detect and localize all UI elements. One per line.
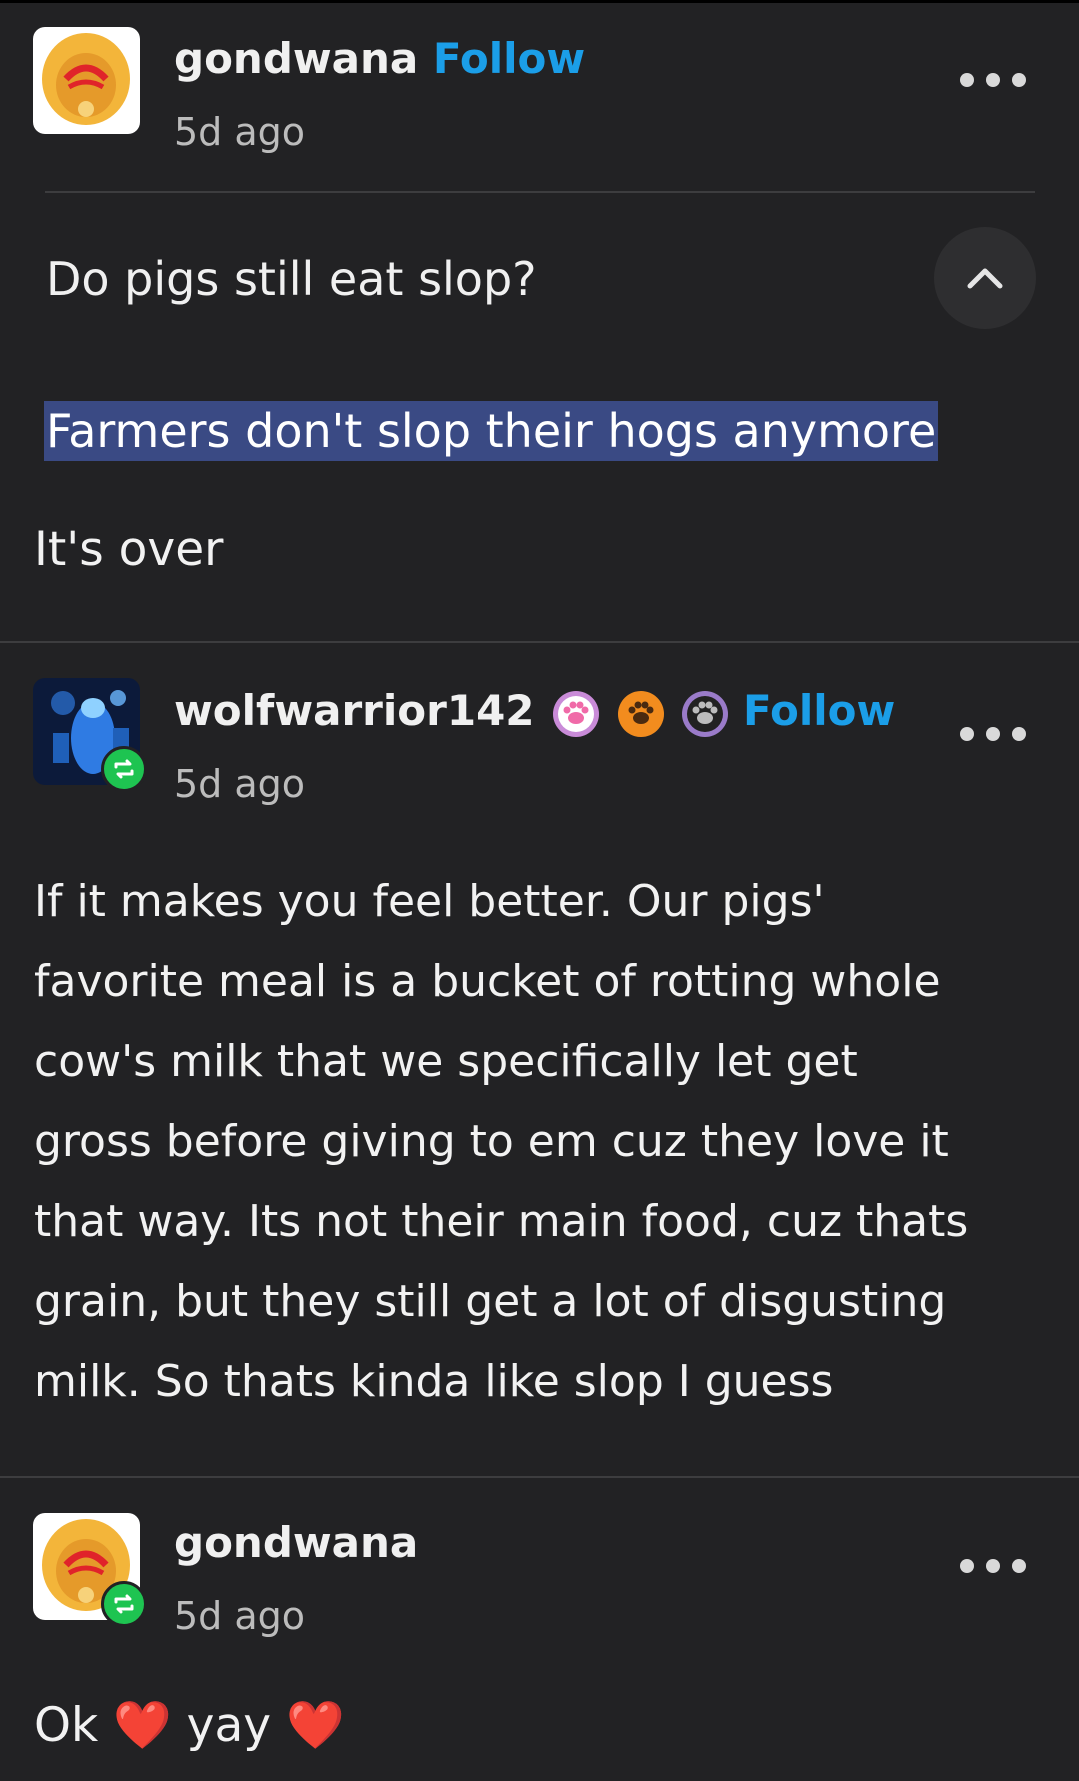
- avatar[interactable]: [33, 27, 140, 134]
- chevron-up-icon: [967, 268, 1003, 289]
- timestamp: 5d ago: [174, 110, 306, 154]
- pink-paw-icon[interactable]: [553, 690, 600, 737]
- dot-icon: [1012, 73, 1026, 87]
- reblog-badge: [101, 746, 147, 792]
- highlighted-line: Farmers don't slop their hogs anymore: [46, 404, 937, 458]
- avatar-image: [33, 27, 140, 134]
- follow-button[interactable]: Follow: [743, 686, 895, 735]
- post-reply: gondwana 5d ago Ok ❤️ yay ❤️: [0, 1478, 1079, 1781]
- dot-icon: [960, 1559, 974, 1573]
- post-line: favorite meal is a bucket of rotting who…: [34, 956, 941, 1007]
- timestamp: 5d ago: [174, 762, 306, 806]
- reblog-icon: [114, 1594, 134, 1614]
- more-options-button[interactable]: [960, 1554, 1026, 1578]
- dot-icon: [986, 73, 1000, 87]
- reblog-badge: [101, 1581, 147, 1627]
- username-text[interactable]: gondwana: [174, 1518, 418, 1567]
- post-reblog: wolfwarrior142 Follow 5d ago If it makes…: [0, 642, 1079, 1477]
- orange-paw-icon[interactable]: [617, 690, 664, 737]
- post-line: cow's milk that we specifically let get: [34, 1036, 858, 1087]
- post-text: It's over: [34, 522, 224, 577]
- dot-icon: [1012, 727, 1026, 741]
- heart-emoji: ❤️: [286, 1698, 345, 1753]
- dot-icon: [986, 1559, 1000, 1573]
- dot-icon: [1012, 1559, 1026, 1573]
- reply-word: yay: [186, 1698, 272, 1753]
- post-original: gondwana Follow 5d ago Do pigs still eat…: [0, 0, 1079, 640]
- avatar[interactable]: [33, 678, 147, 792]
- collapse-button[interactable]: [934, 227, 1036, 329]
- post-line: gross before giving to em cuz they love …: [34, 1116, 949, 1167]
- ask-question: Do pigs still eat slop?: [46, 252, 537, 306]
- username-text[interactable]: wolfwarrior142: [174, 686, 535, 735]
- dot-icon: [960, 73, 974, 87]
- gray-paw-icon[interactable]: [682, 690, 729, 737]
- more-options-button[interactable]: [960, 68, 1026, 92]
- avatar[interactable]: [33, 1513, 147, 1627]
- post-body: If it makes you feel better. Our pigs' f…: [34, 862, 968, 1422]
- username[interactable]: wolfwarrior142 Follow: [174, 686, 895, 737]
- post-line: milk. So thats kinda like slop I guess: [34, 1356, 834, 1407]
- dot-icon: [986, 727, 1000, 741]
- divider: [45, 191, 1035, 193]
- more-options-button[interactable]: [960, 722, 1026, 746]
- post-line: grain, but they still get a lot of disgu…: [34, 1276, 947, 1327]
- highlighted-text: Farmers don't slop their hogs anymore: [44, 401, 939, 461]
- username-text[interactable]: gondwana: [174, 34, 418, 83]
- reblog-icon: [114, 759, 134, 779]
- username[interactable]: gondwana: [174, 1518, 418, 1567]
- heart-emoji: ❤️: [113, 1698, 172, 1753]
- reply-word: Ok: [34, 1698, 99, 1753]
- follow-button[interactable]: Follow: [433, 34, 585, 83]
- post-line: If it makes you feel better. Our pigs': [34, 876, 825, 927]
- dot-icon: [960, 727, 974, 741]
- username[interactable]: gondwana Follow: [174, 34, 585, 83]
- reply-text: Ok ❤️ yay ❤️: [34, 1698, 345, 1753]
- timestamp: 5d ago: [174, 1594, 306, 1638]
- post-line: that way. Its not their main food, cuz t…: [34, 1196, 969, 1247]
